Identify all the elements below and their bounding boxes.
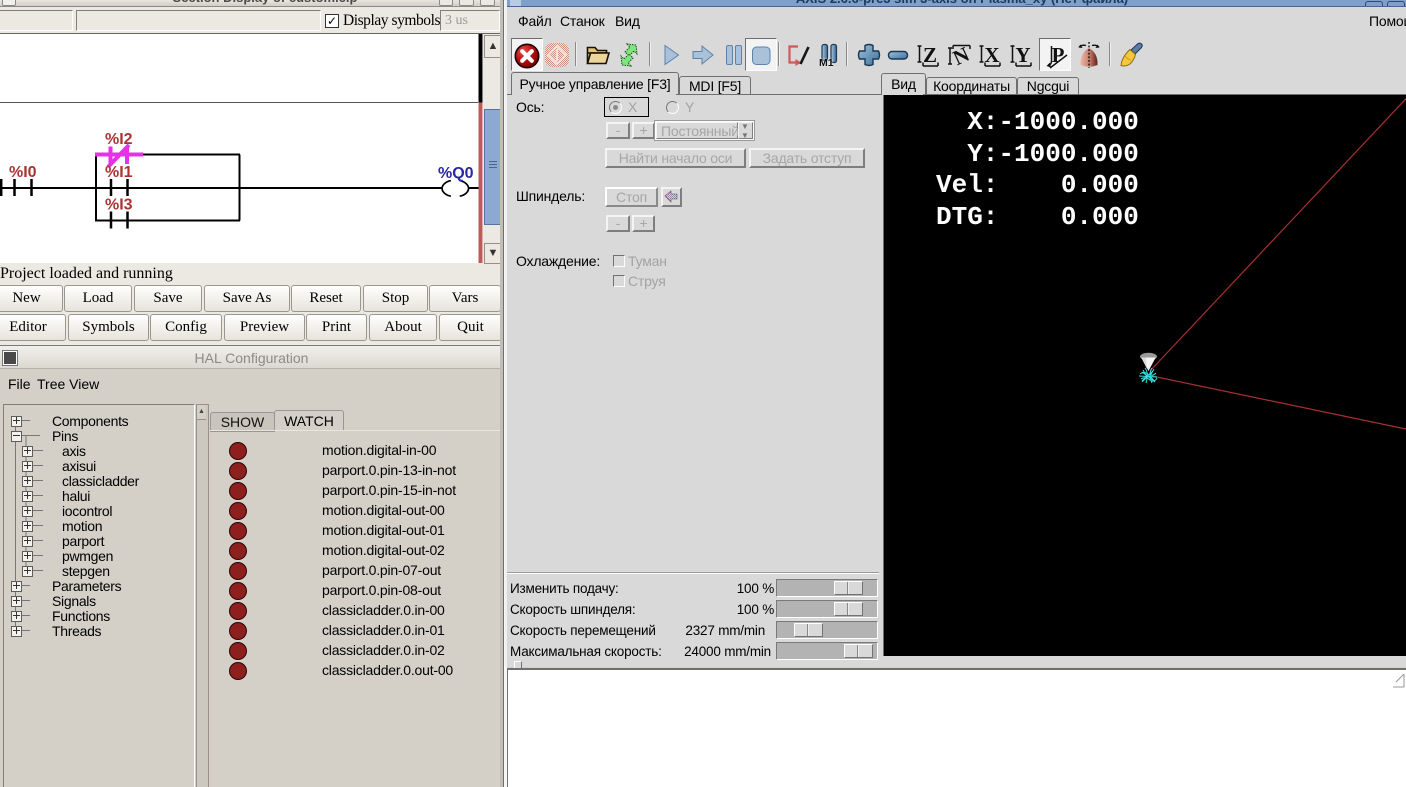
svg-text:X: X bbox=[984, 43, 999, 67]
svg-text:M1: M1 bbox=[819, 57, 834, 69]
svg-text:Z: Z bbox=[923, 43, 937, 67]
svg-text:P: P bbox=[1052, 43, 1065, 67]
svg-text:%I0: %I0 bbox=[9, 164, 37, 181]
svg-text:%I2: %I2 bbox=[105, 131, 133, 148]
svg-text:%Q0: %Q0 bbox=[438, 165, 474, 182]
svg-text:%I3: %I3 bbox=[105, 197, 133, 214]
svg-text:Y: Y bbox=[1015, 43, 1030, 67]
svg-text:%I1: %I1 bbox=[105, 164, 133, 181]
